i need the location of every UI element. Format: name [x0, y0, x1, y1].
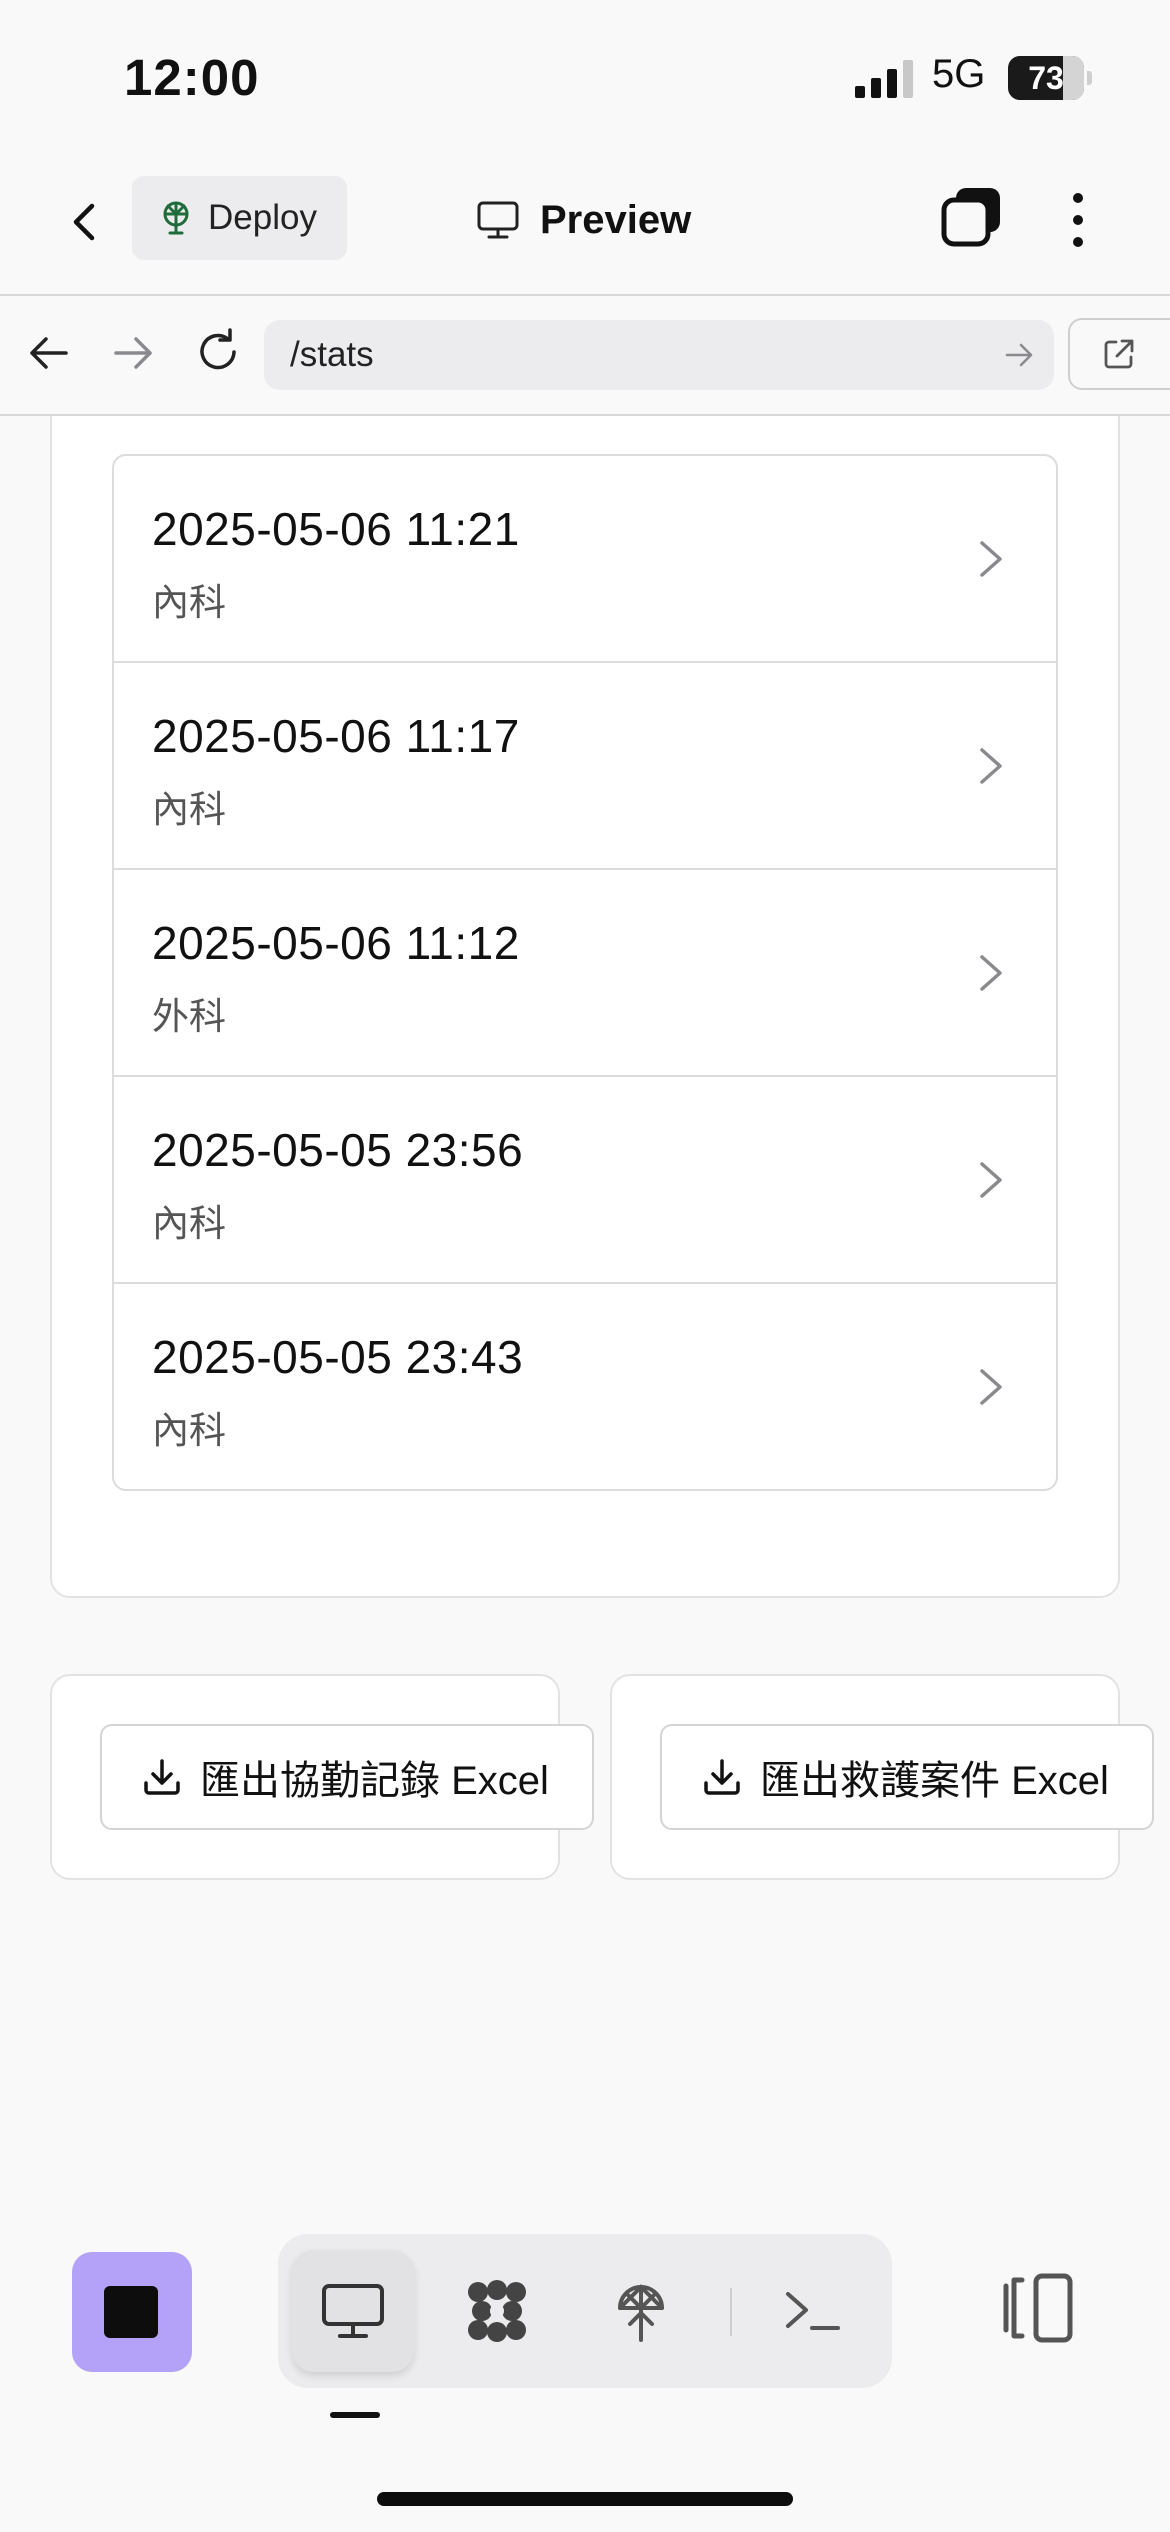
- url-path: /stats: [290, 335, 374, 374]
- export-assist-excel-button[interactable]: 匯出協勤記錄 Excel: [100, 1724, 594, 1830]
- battery-percent: 73: [1028, 60, 1064, 96]
- deploy-tool-button[interactable]: [580, 2250, 702, 2372]
- page-title: Preview: [476, 190, 691, 250]
- export-rescue-label: 匯出救護案件 Excel: [760, 1759, 1109, 1803]
- antenna-icon: [163, 201, 189, 235]
- battery-cap: [1087, 71, 1092, 85]
- stop-icon: [104, 2286, 158, 2338]
- cellular-signal-icon: [855, 60, 913, 98]
- record-department: 內科: [152, 1203, 226, 1244]
- chevron-right-icon: [980, 1162, 1002, 1198]
- export-rescue-card: 匯出救護案件 Excel: [610, 1674, 1154, 1880]
- record-department: 外科: [152, 996, 226, 1037]
- external-link-icon: [1104, 339, 1134, 369]
- reload-icon[interactable]: [192, 326, 244, 378]
- chevron-right-icon: [980, 748, 1002, 784]
- export-rescue-excel-button[interactable]: 匯出救護案件 Excel: [660, 1724, 1154, 1830]
- record-item[interactable]: 2025-05-05 23:43 內科: [114, 1284, 1056, 1489]
- open-external-button[interactable]: [1068, 318, 1170, 390]
- bottom-toolbar: [0, 2216, 1170, 2532]
- status-time: 12:00: [124, 49, 260, 106]
- browser-toolbar: /stats: [0, 296, 1170, 416]
- export-assist-label: 匯出協勤記錄 Excel: [200, 1759, 549, 1803]
- preview-content: 2025-05-06 11:21 內科 2025-05-06 11:17 內科 2025…: [0, 416, 1170, 2216]
- tool-switcher: [278, 2234, 892, 2388]
- integrations-icon: [468, 2280, 526, 2342]
- record-time: 2025-05-06 11:17: [152, 710, 520, 762]
- chevron-right-icon: [980, 541, 1002, 577]
- record-item[interactable]: 2025-05-06 11:17 內科: [114, 663, 1056, 870]
- chevron-right-icon: [980, 1369, 1002, 1405]
- stop-button[interactable]: [72, 2252, 192, 2372]
- status-bar: 12:00 5G 73: [0, 0, 1170, 160]
- app-header: Deploy Preview: [0, 160, 1170, 296]
- record-department: 內科: [152, 582, 226, 623]
- monitor-icon: [322, 2284, 384, 2338]
- monitor-icon: [477, 201, 519, 239]
- chevron-left-icon[interactable]: [58, 194, 114, 250]
- url-input[interactable]: /stats: [264, 320, 1054, 390]
- split-view-icon[interactable]: [996, 2268, 1080, 2348]
- page-title-label: Preview: [540, 197, 692, 242]
- active-tab-indicator: [330, 2412, 380, 2418]
- arrow-right-icon[interactable]: [110, 330, 156, 376]
- more-vertical-icon[interactable]: [1060, 188, 1096, 252]
- record-item[interactable]: 2025-05-05 23:56 內科: [114, 1077, 1056, 1284]
- chevron-right-icon: [980, 955, 1002, 991]
- go-arrow-icon[interactable]: [1004, 340, 1034, 370]
- export-assist-card: 匯出協勤記錄 Excel: [50, 1674, 594, 1880]
- preview-tool-button[interactable]: [292, 2250, 414, 2372]
- arrow-left-icon[interactable]: [26, 330, 72, 376]
- record-time: 2025-05-06 11:12: [152, 917, 520, 969]
- record-time: 2025-05-05 23:56: [152, 1124, 524, 1176]
- toolbar-divider: [730, 2288, 732, 2336]
- record-time: 2025-05-05 23:43: [152, 1331, 524, 1383]
- terminal-tool-button[interactable]: [752, 2250, 874, 2372]
- record-item[interactable]: 2025-05-06 11:21 內科: [114, 456, 1056, 663]
- antenna-icon: [618, 2284, 664, 2342]
- battery-indicator: 73: [1008, 56, 1092, 100]
- terminal-icon: [786, 2292, 840, 2330]
- download-icon: [144, 1759, 180, 1795]
- integrations-tool-button[interactable]: [436, 2250, 558, 2372]
- network-label: 5G: [932, 52, 986, 96]
- record-department: 內科: [152, 1410, 226, 1451]
- record-department: 內科: [152, 789, 226, 830]
- download-icon: [704, 1759, 740, 1795]
- deploy-button[interactable]: Deploy: [132, 176, 347, 260]
- record-time: 2025-05-06 11:21: [152, 503, 520, 555]
- deploy-label: Deploy: [208, 198, 317, 237]
- tabs-icon[interactable]: [940, 186, 1004, 250]
- record-list: 2025-05-06 11:21 內科 2025-05-06 11:17 內科 2025…: [112, 454, 1058, 1491]
- home-indicator: [377, 2492, 793, 2506]
- battery-body: 73: [1008, 56, 1084, 100]
- record-item[interactable]: 2025-05-06 11:12 外科: [114, 870, 1056, 1077]
